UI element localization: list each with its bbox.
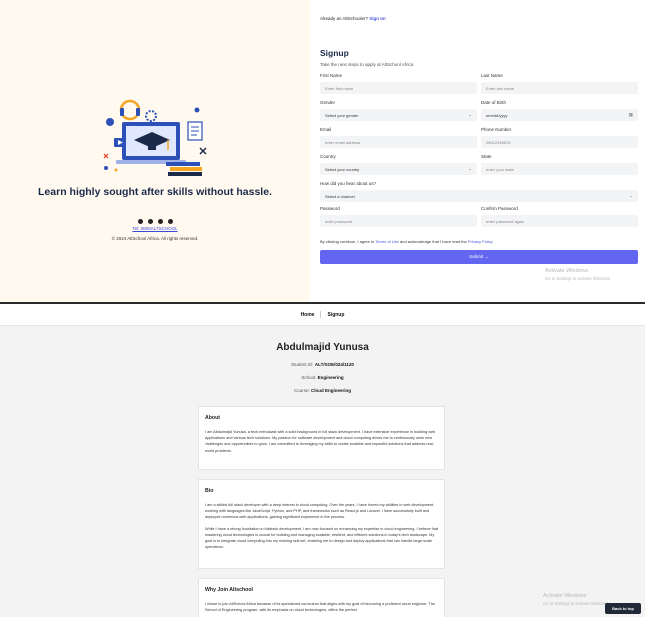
back-to-top-button[interactable]: Back to top bbox=[605, 603, 641, 614]
phone-field[interactable]: 08012345678 bbox=[481, 136, 638, 148]
heard-label: How did you hear about us? bbox=[320, 181, 377, 186]
school-label: School: bbox=[301, 375, 317, 380]
terms-notice: By clicking continue, I agree to Terms o… bbox=[320, 239, 493, 244]
top-nav: Home Signup bbox=[0, 304, 645, 326]
signup-hero-panel: Learn highly sought after skills without… bbox=[0, 0, 310, 302]
calendar-icon[interactable]: ▦ bbox=[629, 112, 633, 118]
linkedin-icon[interactable] bbox=[167, 219, 173, 224]
heard-group: How did you hear about us? Select a chan… bbox=[320, 181, 638, 202]
password-group: Password enter password bbox=[320, 206, 477, 227]
activate-windows-watermark: Activate Windows Go to Settings to activ… bbox=[543, 593, 609, 607]
country-select-value: Select your country bbox=[325, 167, 360, 172]
course-label: Course: bbox=[293, 388, 310, 393]
privacy-policy-link[interactable]: Privacy Policy bbox=[468, 239, 493, 244]
terms-middle: and acknowledge that I have read the bbox=[400, 239, 467, 244]
gender-label: Gender bbox=[320, 100, 336, 105]
bio-card: Bio I am a skilled full stack developer … bbox=[198, 479, 445, 569]
already-prefix: Already an AltSchooler? bbox=[320, 16, 369, 21]
chevron-down-icon: ⌄ bbox=[468, 166, 472, 171]
about-text: I am Abdulmajid Yunusa, a tech enthusias… bbox=[205, 430, 436, 453]
why-join-title: Why Join Altschool bbox=[205, 587, 253, 593]
watermark-subtitle: Go to Settings to activate Windows. bbox=[543, 601, 610, 606]
watermark-title: Activate Windows bbox=[543, 593, 587, 599]
bio-text-2: While I have a strong foundation in full… bbox=[205, 526, 439, 550]
activate-windows-watermark: Activate Windows Go to Settings to activ… bbox=[545, 268, 611, 282]
last-name-label: Last Name bbox=[481, 73, 503, 78]
watermark-title: Activate Windows bbox=[545, 268, 589, 274]
first-name-input[interactable]: Enter first name bbox=[320, 82, 477, 94]
terms-of-use-link[interactable]: Terms of Use bbox=[375, 239, 399, 244]
terms-prefix: By clicking continue, I agree to bbox=[320, 239, 375, 244]
sign-in-link[interactable]: Sign In! bbox=[369, 16, 386, 21]
signup-title: Signup bbox=[320, 48, 349, 58]
bio-text-1: I am a skilled full stack developer with… bbox=[205, 503, 435, 520]
copyright-text: © 2024 AltSchool Africa. All rights rese… bbox=[111, 236, 199, 241]
dob-value: mm/dd/yyyy bbox=[486, 113, 508, 118]
student-name: Abdulmajid Yunusa bbox=[276, 342, 369, 353]
hero-tagline: Learn highly sought after skills without… bbox=[38, 186, 272, 198]
signup-subtitle: Take the next steps to apply at AltSchoo… bbox=[320, 62, 414, 67]
course-line: Course: Cloud Engineering bbox=[0, 388, 645, 393]
gender-select[interactable]: Select your gender ⌄ bbox=[320, 109, 477, 121]
confirm-password-group: Confirm Password enter password again bbox=[481, 206, 638, 227]
school-value: Engineering bbox=[317, 375, 344, 380]
why-join-text: I chose to join AltSchool Africa because… bbox=[205, 602, 435, 613]
nav-signup[interactable]: Signup bbox=[327, 312, 344, 318]
heard-select-value: Select a channel bbox=[325, 194, 355, 199]
dob-label: Date of Birth bbox=[481, 100, 507, 105]
heard-select[interactable]: Select a channel ⌄ bbox=[320, 190, 638, 202]
confirm-password-field[interactable]: enter password again bbox=[481, 215, 638, 227]
first-name-group: First Name Enter first name bbox=[320, 73, 477, 94]
state-label: State bbox=[481, 154, 492, 159]
nav-separator bbox=[320, 311, 322, 318]
password-label: Password bbox=[320, 206, 340, 211]
password-field[interactable]: enter password bbox=[320, 215, 477, 227]
student-id-label: Student ID: bbox=[291, 362, 314, 367]
student-id-value: ALT/SOE/024/1120 bbox=[314, 362, 354, 367]
school-line: School: Engineering bbox=[0, 375, 645, 380]
why-join-card: Why Join Altschool I chose to join AltSc… bbox=[198, 578, 445, 617]
twitter-icon[interactable] bbox=[137, 219, 143, 224]
email-label: Email bbox=[320, 127, 332, 132]
bio-title: Bio bbox=[205, 488, 214, 494]
screenshot-root: Learn highly sought after skills without… bbox=[0, 0, 645, 617]
state-field[interactable]: enter your state bbox=[481, 163, 638, 175]
email-group: Email enter email address bbox=[320, 127, 477, 148]
nav-home[interactable]: Home bbox=[301, 312, 315, 318]
chevron-down-icon: ⌄ bbox=[629, 193, 633, 198]
student-id-line: Student ID: ALT/SOE/024/1120 bbox=[0, 362, 645, 367]
learning-illustration bbox=[103, 99, 207, 176]
about-title: About bbox=[205, 415, 220, 421]
country-label: Country bbox=[320, 154, 336, 159]
dob-group: Date of Birth mm/dd/yyyy ▦ bbox=[481, 100, 638, 121]
last-name-input[interactable]: Enter last name bbox=[481, 82, 638, 94]
course-value: Cloud Engineering bbox=[311, 388, 352, 393]
country-group: Country Select your country ⌄ bbox=[320, 154, 477, 175]
dob-input[interactable]: mm/dd/yyyy ▦ bbox=[481, 109, 638, 121]
telephone-link[interactable]: Tel: 0800ALTSCHOOL bbox=[0, 226, 310, 231]
phone-group: Phone Number 08012345678 bbox=[481, 127, 638, 148]
state-group: State enter your state bbox=[481, 154, 638, 175]
already-member-text: Already an AltSchooler? Sign In! bbox=[320, 16, 386, 21]
social-links bbox=[0, 219, 310, 224]
watermark-subtitle: Go to Settings to activate Windows. bbox=[545, 276, 612, 281]
facebook-icon[interactable] bbox=[157, 219, 163, 224]
submit-button[interactable]: Submit → bbox=[320, 250, 638, 264]
profile-page: Home Signup Abdulmajid Yunusa Student ID… bbox=[0, 304, 645, 617]
phone-label: Phone Number bbox=[481, 127, 512, 132]
first-name-label: First Name bbox=[320, 73, 343, 78]
instagram-icon[interactable] bbox=[147, 219, 153, 224]
country-select[interactable]: Select your country ⌄ bbox=[320, 163, 477, 175]
gender-group: Gender Select your gender ⌄ bbox=[320, 100, 477, 121]
last-name-group: Last Name Enter last name bbox=[481, 73, 638, 94]
gender-select-value: Select your gender bbox=[325, 113, 359, 118]
chevron-down-icon: ⌄ bbox=[468, 112, 472, 117]
email-field[interactable]: enter email address bbox=[320, 136, 477, 148]
signup-page: Learn highly sought after skills without… bbox=[0, 0, 645, 302]
confirm-password-label: Confirm Password bbox=[481, 206, 518, 211]
about-card: About I am Abdulmajid Yunusa, a tech ent… bbox=[198, 406, 445, 470]
